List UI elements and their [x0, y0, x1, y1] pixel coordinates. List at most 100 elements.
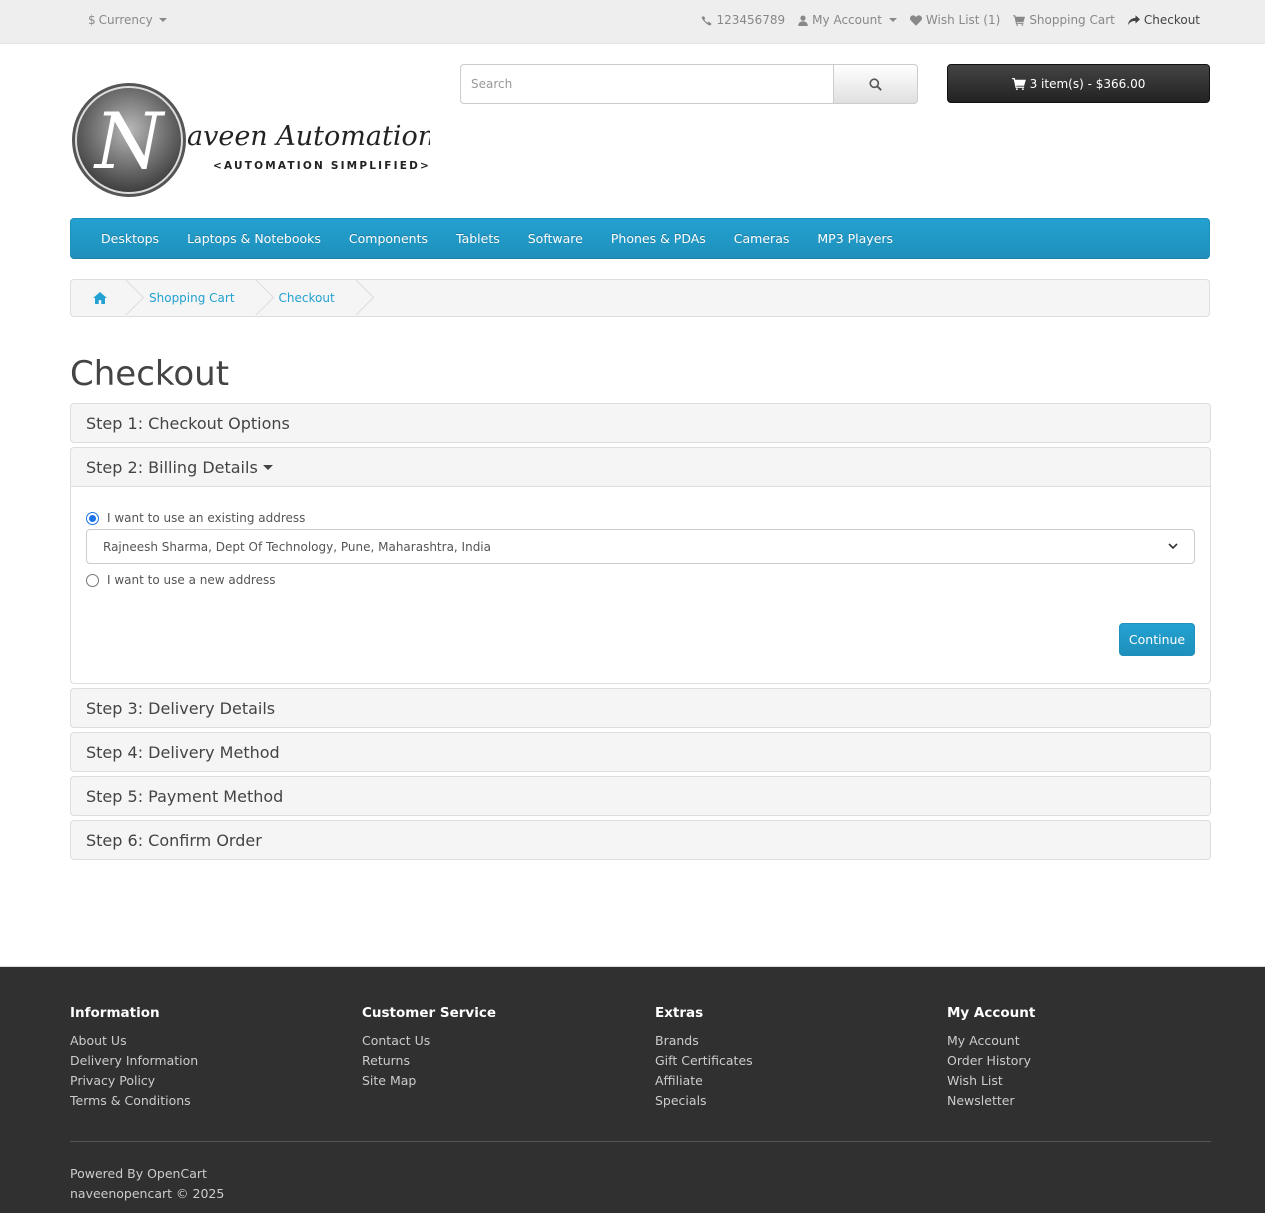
breadcrumb-separator	[338, 279, 374, 316]
footer-heading: My Account	[947, 1005, 1036, 1021]
footer-link-newsletter[interactable]: Newsletter	[947, 1091, 1035, 1111]
breadcrumb-checkout[interactable]: Checkout	[257, 279, 374, 316]
step-3-heading[interactable]: Step 3: Delivery Details	[71, 689, 1210, 727]
step-4-heading[interactable]: Step 4: Delivery Method	[71, 733, 1210, 771]
existing-address-label: I want to use an existing address	[107, 511, 306, 525]
breadcrumb-label: Checkout	[278, 291, 335, 305]
step-2-heading[interactable]: Step 2: Billing Details	[71, 448, 1210, 486]
caret-down-icon	[888, 18, 897, 22]
step-6-heading[interactable]: Step 6: Confirm Order	[71, 821, 1210, 859]
home-icon	[93, 292, 107, 304]
step-6-panel: Step 6: Confirm Order	[70, 820, 1211, 860]
cart-total: 3 item(s) - $366.00	[1029, 76, 1146, 91]
footer-link-site-map[interactable]: Site Map	[362, 1071, 496, 1091]
wishlist-link[interactable]: Wish List (1)	[909, 13, 1001, 27]
cart-icon	[1013, 14, 1026, 26]
existing-address-radio[interactable]	[86, 511, 99, 525]
menu-item-desktops[interactable]: Desktops	[87, 231, 173, 246]
search-input[interactable]	[460, 64, 834, 104]
cart-icon	[1011, 77, 1026, 90]
footer-powered: Powered By OpenCart naveenopencart © 202…	[70, 1164, 224, 1204]
chevron-down-icon	[1168, 543, 1178, 550]
footer-link-gift-certificates[interactable]: Gift Certificates	[655, 1051, 753, 1071]
footer-information: Information About Us Delivery Informatio…	[70, 1005, 198, 1111]
step-2-title: Step 2: Billing Details	[86, 457, 258, 477]
search-bar	[460, 64, 918, 104]
menu-item-software[interactable]: Software	[514, 231, 597, 246]
footer-link-about-us[interactable]: About Us	[70, 1031, 198, 1051]
footer-link-returns[interactable]: Returns	[362, 1051, 496, 1071]
my-account-dropdown[interactable]: My Account	[798, 13, 897, 27]
menu-item-phones-pdas[interactable]: Phones & PDAs	[597, 231, 720, 246]
footer-heading: Information	[70, 1005, 160, 1021]
menu-item-laptops-notebooks[interactable]: Laptops & Notebooks	[173, 231, 335, 246]
cart-button[interactable]: 3 item(s) - $366.00	[947, 64, 1210, 103]
heart-icon	[909, 14, 922, 26]
new-address-option[interactable]: I want to use a new address	[86, 573, 276, 587]
my-account-label: My Account	[812, 13, 882, 27]
shopping-cart-link[interactable]: Shopping Cart	[1013, 13, 1115, 27]
footer-heading: Extras	[655, 1005, 704, 1021]
footer-my-account: My Account My Account Order History Wish…	[947, 1005, 1035, 1111]
footer-link-specials[interactable]: Specials	[655, 1091, 753, 1111]
currency-label: Currency	[98, 13, 153, 27]
step-3-panel: Step 3: Delivery Details	[70, 688, 1211, 728]
footer-link-contact-us[interactable]: Contact Us	[362, 1031, 496, 1051]
currency-dropdown[interactable]: $ Currency	[88, 13, 167, 27]
copyright-text: naveenopencart © 2025	[70, 1186, 225, 1201]
phone-number: 123456789	[716, 13, 786, 27]
page-title: Checkout	[70, 354, 230, 394]
footer-heading: Customer Service	[362, 1005, 496, 1021]
svg-text:aveen Automation Labs: aveen Automation Labs	[187, 121, 430, 152]
site-logo[interactable]: N aveen Automation Labs <AUTOMATION SIMP…	[70, 82, 509, 200]
breadcrumb: Shopping Cart Checkout	[70, 279, 1210, 317]
step-1-heading[interactable]: Step 1: Checkout Options	[71, 404, 1210, 442]
step-4-panel: Step 4: Delivery Method	[70, 732, 1211, 772]
svg-text:N: N	[93, 97, 166, 187]
new-address-radio[interactable]	[86, 573, 99, 587]
phone-icon	[702, 15, 712, 25]
logo-image: N aveen Automation Labs <AUTOMATION SIMP…	[72, 83, 509, 197]
menu-item-cameras[interactable]: Cameras	[720, 231, 804, 246]
phone-link[interactable]: 123456789	[701, 13, 785, 27]
address-select-value: Rajneesh Sharma, Dept Of Technology, Pun…	[103, 539, 491, 554]
caret-down-icon	[158, 18, 167, 22]
footer: Information About Us Delivery Informatio…	[0, 966, 1265, 1213]
wishlist-label: Wish List (1)	[925, 13, 1001, 27]
search-button[interactable]	[834, 64, 918, 104]
opencart-link[interactable]: OpenCart	[147, 1166, 207, 1181]
footer-customer-service: Customer Service Contact Us Returns Site…	[362, 1005, 496, 1091]
existing-address-option[interactable]: I want to use an existing address	[86, 511, 305, 525]
new-address-label: I want to use a new address	[107, 573, 276, 587]
footer-link-delivery-information[interactable]: Delivery Information	[70, 1051, 198, 1071]
search-icon	[869, 77, 882, 91]
footer-link-privacy-policy[interactable]: Privacy Policy	[70, 1071, 198, 1091]
menu-item-tablets[interactable]: Tablets	[442, 231, 514, 246]
svg-text:<AUTOMATION SIMPLIFIED>: <AUTOMATION SIMPLIFIED>	[213, 160, 430, 172]
dollar-icon: $	[88, 13, 96, 27]
main-menu: Desktops Laptops & Notebooks Components …	[70, 218, 1210, 259]
footer-link-brands[interactable]: Brands	[655, 1031, 753, 1051]
footer-link-affiliate[interactable]: Affiliate	[655, 1071, 753, 1091]
breadcrumb-label: Shopping Cart	[149, 291, 235, 305]
menu-item-components[interactable]: Components	[335, 231, 442, 246]
footer-link-my-account[interactable]: My Account	[947, 1031, 1035, 1051]
checkout-label: Checkout	[1143, 13, 1200, 27]
caret-down-icon	[262, 464, 273, 470]
continue-button[interactable]: Continue	[1119, 623, 1195, 656]
footer-extras: Extras Brands Gift Certificates Affiliat…	[655, 1005, 753, 1111]
footer-link-order-history[interactable]: Order History	[947, 1051, 1035, 1071]
step-1-panel: Step 1: Checkout Options	[70, 403, 1211, 443]
breadcrumb-shopping-cart[interactable]: Shopping Cart	[127, 279, 274, 316]
address-select[interactable]: Rajneesh Sharma, Dept Of Technology, Pun…	[86, 529, 1195, 564]
step-5-heading[interactable]: Step 5: Payment Method	[71, 777, 1210, 815]
breadcrumb-home[interactable]	[71, 279, 145, 316]
footer-link-wish-list[interactable]: Wish List	[947, 1071, 1035, 1091]
footer-link-terms-conditions[interactable]: Terms & Conditions	[70, 1091, 198, 1111]
menu-item-mp3-players[interactable]: MP3 Players	[803, 231, 907, 246]
step-5-panel: Step 5: Payment Method	[70, 776, 1211, 816]
checkout-link[interactable]: Checkout	[1127, 13, 1200, 27]
footer-divider	[70, 1141, 1211, 1142]
user-icon	[798, 14, 808, 26]
shopping-cart-label: Shopping Cart	[1029, 13, 1115, 27]
